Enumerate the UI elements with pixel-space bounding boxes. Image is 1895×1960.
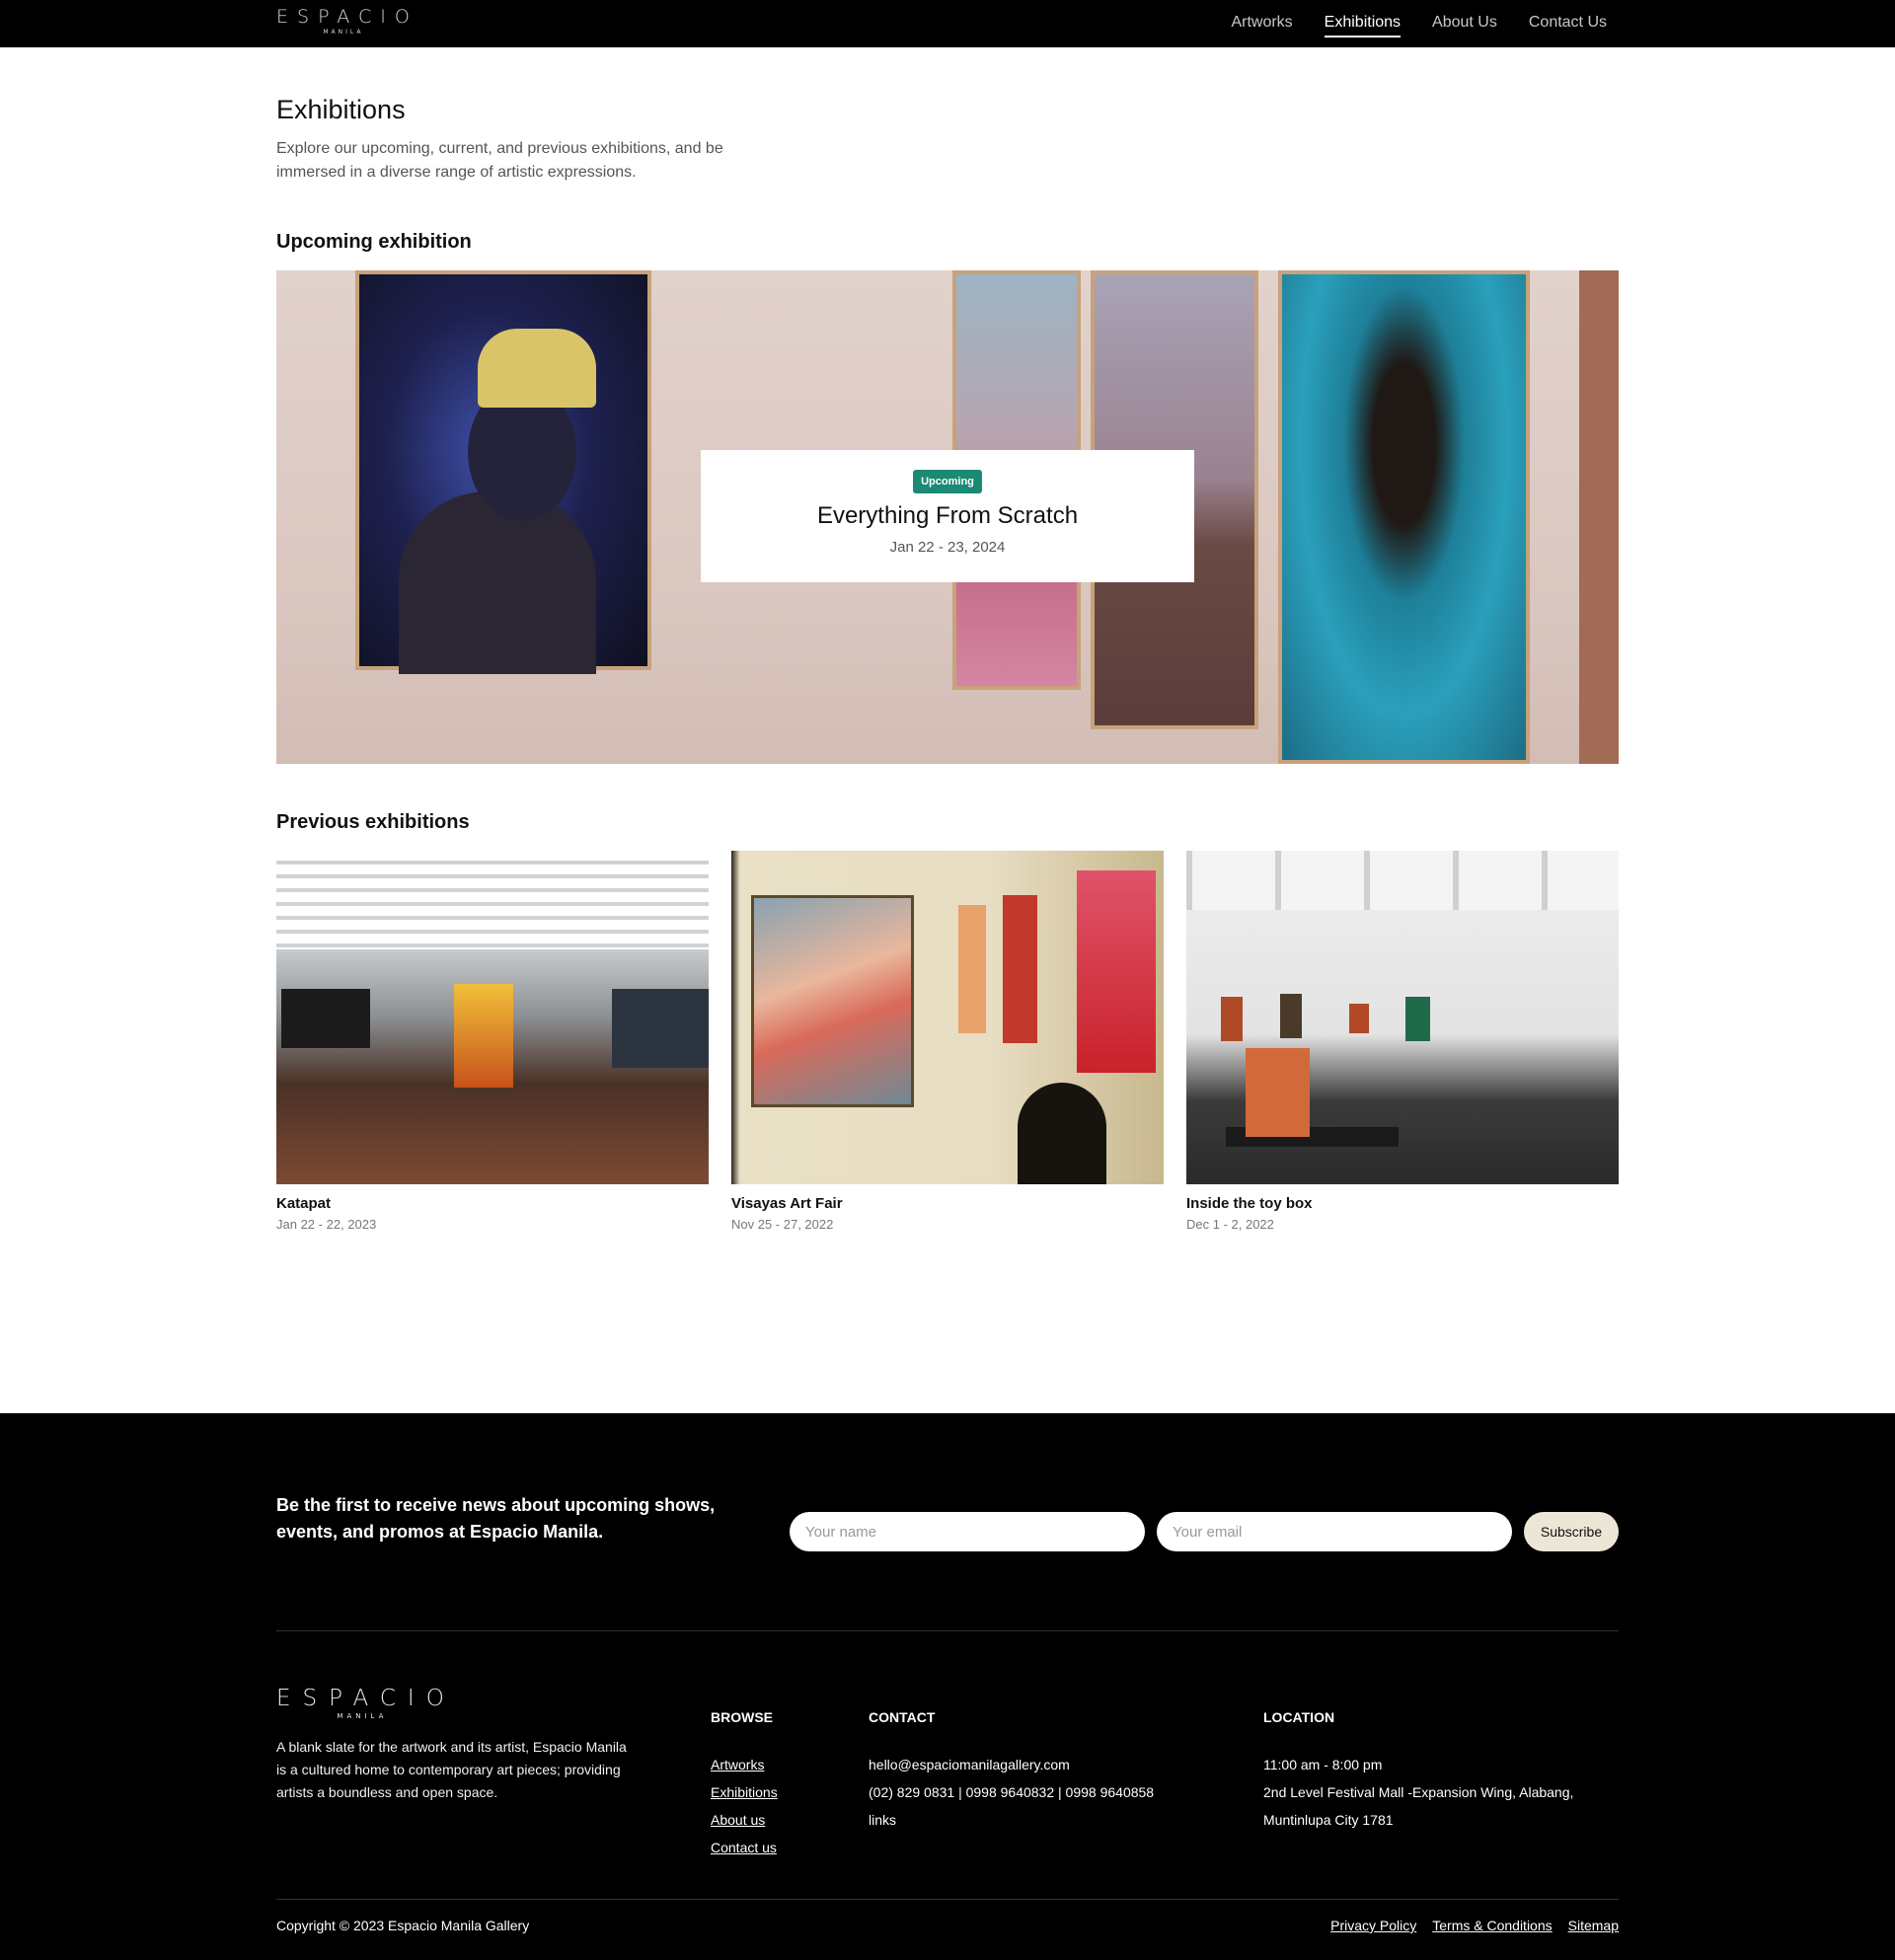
contact-email[interactable]: hello@espaciomanilagallery.com <box>869 1751 1154 1778</box>
copyright-text: Copyright © 2023 Espacio Manila Gallery <box>276 1918 530 1933</box>
footer-divider <box>276 1899 1619 1900</box>
exhibition-dates: Dec 1 - 2, 2022 <box>1186 1217 1274 1232</box>
logo-wordmark: ESPACIO <box>276 1686 456 1711</box>
terms-link[interactable]: Terms & Conditions <box>1432 1918 1552 1933</box>
upcoming-heading: Upcoming exhibition <box>276 231 472 253</box>
exhibition-title[interactable]: Katapat <box>276 1195 709 1212</box>
footer-link-about-us[interactable]: About us <box>711 1806 778 1834</box>
artwork-image <box>355 270 651 674</box>
legal-links: Privacy Policy Terms & Conditions Sitema… <box>1330 1918 1619 1933</box>
nav-link-artworks[interactable]: Artworks <box>1231 0 1292 47</box>
exhibition-dates: Nov 25 - 27, 2022 <box>731 1217 834 1232</box>
name-input[interactable] <box>790 1512 1145 1551</box>
logo-subtitle: MANILA <box>323 29 364 36</box>
location-title: LOCATION <box>1263 1709 1335 1725</box>
exhibition-title[interactable]: Visayas Art Fair <box>731 1195 1164 1212</box>
status-badge: Upcoming <box>913 470 982 493</box>
artwork-image <box>1278 270 1530 764</box>
nav-links: Artworks Exhibitions About Us Contact Us <box>1231 0 1607 47</box>
address-line-2: Muntinlupa City 1781 <box>1263 1812 1394 1828</box>
exhibition-thumbnail[interactable] <box>276 851 709 1184</box>
newsletter-text: Be the first to receive news about upcom… <box>276 1495 716 1542</box>
contact-list: hello@espaciomanilagallery.com (02) 829 … <box>869 1751 1154 1834</box>
page-intro: Explore our upcoming, current, and previ… <box>276 140 723 181</box>
sitemap-link[interactable]: Sitemap <box>1568 1918 1619 1933</box>
footer-link-artworks[interactable]: Artworks <box>711 1751 778 1778</box>
browse-links: Artworks Exhibitions About us Contact us <box>711 1751 778 1861</box>
exhibition-card[interactable]: Visayas Art Fair Nov 25 - 27, 2022 <box>731 851 1164 1232</box>
exhibition-dates: Jan 22 - 22, 2023 <box>276 1217 377 1232</box>
exhibition-card[interactable]: Katapat Jan 22 - 22, 2023 <box>276 851 709 1232</box>
page-title: Exhibitions <box>276 95 406 124</box>
upcoming-exhibition-hero[interactable]: Upcoming Everything From Scratch Jan 22 … <box>276 270 1619 764</box>
footer-link-exhibitions[interactable]: Exhibitions <box>711 1778 778 1806</box>
footer-logo[interactable]: ESPACIO MANILA <box>276 1686 456 1720</box>
footer-divider <box>276 1630 1619 1631</box>
contact-title: CONTACT <box>869 1709 936 1725</box>
address-line-1: 2nd Level Festival Mall -Expansion Wing,… <box>1263 1784 1574 1800</box>
footer-link-contact-us[interactable]: Contact us <box>711 1834 778 1861</box>
footer-about: A blank slate for the artwork and its ar… <box>276 1739 627 1800</box>
browse-title: BROWSE <box>711 1709 773 1725</box>
nav-link-about-us[interactable]: About Us <box>1432 0 1497 47</box>
exhibition-title[interactable]: Inside the toy box <box>1186 1195 1619 1212</box>
exhibition-dates: Jan 22 - 23, 2024 <box>889 539 1006 556</box>
site-logo[interactable]: ESPACIO MANILA <box>276 6 418 37</box>
exhibition-card[interactable]: Inside the toy box Dec 1 - 2, 2022 <box>1186 851 1619 1232</box>
privacy-policy-link[interactable]: Privacy Policy <box>1330 1918 1416 1933</box>
logo-wordmark: ESPACIO <box>276 6 418 28</box>
contact-links[interactable]: links <box>869 1806 1154 1834</box>
previous-heading: Previous exhibitions <box>276 811 470 833</box>
upcoming-exhibition-card[interactable]: Upcoming Everything From Scratch Jan 22 … <box>701 450 1194 582</box>
exhibition-thumbnail[interactable] <box>1186 851 1619 1184</box>
nav-link-exhibitions[interactable]: Exhibitions <box>1324 0 1402 47</box>
logo-subtitle: MANILA <box>337 1712 388 1720</box>
location-list: 11:00 am - 8:00 pm 2nd Level Festival Ma… <box>1263 1751 1573 1834</box>
top-nav: ESPACIO MANILA Artworks Exhibitions Abou… <box>0 0 1895 47</box>
subscribe-button[interactable]: Subscribe <box>1524 1512 1619 1551</box>
site-footer: Be the first to receive news about upcom… <box>0 1413 1895 1960</box>
nav-link-contact-us[interactable]: Contact Us <box>1529 0 1607 47</box>
email-input[interactable] <box>1157 1512 1512 1551</box>
exhibition-title: Everything From Scratch <box>816 502 1079 529</box>
opening-hours: 11:00 am - 8:00 pm <box>1263 1757 1383 1772</box>
contact-phone: (02) 829 0831 | 0998 9640832 | 0998 9640… <box>869 1784 1155 1800</box>
exhibition-thumbnail[interactable] <box>731 851 1164 1184</box>
artwork-image <box>1579 270 1619 764</box>
